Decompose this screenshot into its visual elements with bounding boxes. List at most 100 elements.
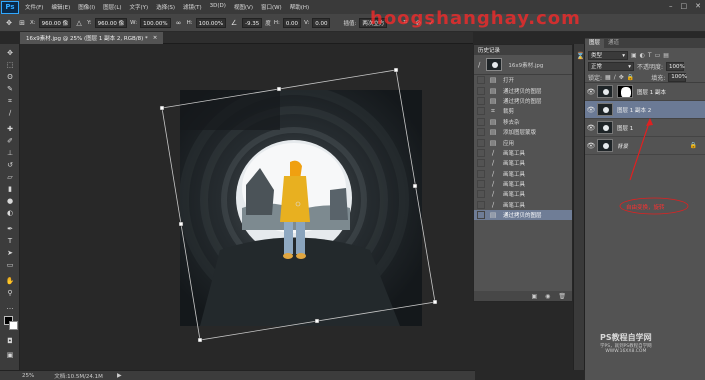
- visibility-eye-icon[interactable]: 👁: [585, 88, 597, 96]
- history-source-box[interactable]: [477, 76, 485, 85]
- history-item[interactable]: ▤ 移去杂: [474, 117, 572, 127]
- tab-layers[interactable]: 图层: [585, 39, 605, 48]
- y-input[interactable]: 960.00 像: [94, 17, 128, 28]
- type-tool-icon[interactable]: T: [5, 236, 15, 246]
- more-tools-icon[interactable]: …: [5, 302, 15, 312]
- delete-state-icon[interactable]: 🗑: [558, 293, 566, 300]
- layer-kind-select[interactable]: 类型 ▾: [588, 51, 628, 60]
- eyedropper-icon[interactable]: ∕: [5, 108, 15, 118]
- gradient-tool-icon[interactable]: ▮: [5, 184, 15, 194]
- history-item[interactable]: ∕ 画笔工具: [474, 158, 572, 168]
- transform-tool-icon[interactable]: ✥: [4, 18, 14, 28]
- shape-tool-icon[interactable]: ▭: [5, 260, 15, 270]
- hand-tool-icon[interactable]: ✋: [5, 276, 15, 286]
- quick-select-icon[interactable]: ✎: [5, 84, 15, 94]
- layer-row[interactable]: 👁 图层 1 副本 2: [585, 101, 705, 119]
- filter-adjust-icon[interactable]: ◐: [640, 52, 645, 59]
- history-source-box[interactable]: [477, 117, 485, 126]
- marquee-tool-icon[interactable]: ⬚: [5, 60, 15, 70]
- lock-move-icon[interactable]: ✥: [619, 74, 624, 81]
- history-item[interactable]: ▤ 通过拷贝的图层: [474, 96, 572, 106]
- minimize-icon[interactable]: –: [669, 2, 673, 10]
- history-source-box[interactable]: [477, 211, 485, 220]
- h-skew-input[interactable]: 0.00: [282, 17, 302, 28]
- visibility-eye-icon[interactable]: 👁: [585, 142, 597, 150]
- move-tool-icon[interactable]: ✥: [5, 48, 15, 58]
- history-source-box[interactable]: [477, 169, 485, 178]
- history-item[interactable]: ▤ 打开: [474, 75, 572, 85]
- menu-item[interactable]: 3D(D): [206, 3, 230, 11]
- background-color[interactable]: [9, 321, 18, 330]
- menu-item[interactable]: 编辑(E): [47, 3, 74, 11]
- menu-item[interactable]: 视图(V): [230, 3, 257, 11]
- filter-smart-icon[interactable]: ▤: [663, 52, 669, 59]
- menu-item[interactable]: 文字(Y): [126, 3, 153, 11]
- menu-item[interactable]: 图层(L): [99, 3, 125, 11]
- transform-bounding-box[interactable]: [20, 44, 473, 370]
- zoom-tool-icon[interactable]: ⚲: [5, 288, 15, 298]
- history-source-box[interactable]: [477, 107, 485, 116]
- history-source-box[interactable]: [477, 148, 485, 157]
- zoom-level[interactable]: 25%: [22, 373, 34, 379]
- lock-all-icon[interactable]: 🔒: [627, 74, 634, 81]
- quick-mask-icon[interactable]: ◘: [5, 336, 15, 346]
- angle-input[interactable]: -9.35: [242, 17, 263, 28]
- history-source-box[interactable]: [477, 200, 485, 209]
- lock-transparent-icon[interactable]: ▦: [605, 74, 611, 81]
- filter-pixel-icon[interactable]: ▣: [631, 52, 637, 59]
- close-icon[interactable]: ✕: [695, 2, 701, 10]
- triangle-icon[interactable]: △: [74, 18, 84, 28]
- history-brush-icon[interactable]: ↺: [5, 160, 15, 170]
- blend-mode-select[interactable]: 正常 ▾: [588, 62, 634, 71]
- width-input[interactable]: 100.00%: [140, 17, 171, 28]
- crop-tool-icon[interactable]: ⌗: [5, 96, 15, 106]
- new-snapshot-icon[interactable]: ◉: [545, 293, 550, 300]
- eraser-tool-icon[interactable]: ▱: [5, 172, 15, 182]
- history-item[interactable]: ∕ 画笔工具: [474, 179, 572, 189]
- history-source-box[interactable]: [477, 190, 485, 199]
- history-source-box[interactable]: [477, 180, 485, 189]
- history-item[interactable]: ▤ 通过拷贝的图层: [474, 210, 572, 221]
- menu-item[interactable]: 文件(F): [21, 3, 47, 11]
- v-skew-input[interactable]: 0.00: [312, 17, 331, 28]
- dodge-tool-icon[interactable]: ◐: [5, 208, 15, 218]
- new-document-from-state-icon[interactable]: ▣: [531, 293, 537, 300]
- clone-stamp-icon[interactable]: ⊥: [5, 148, 15, 158]
- lasso-tool-icon[interactable]: ʘ: [5, 72, 15, 82]
- menu-item[interactable]: 选择(S): [152, 3, 179, 11]
- history-item[interactable]: ▤ 通过拷贝的图层: [474, 85, 572, 95]
- history-source-box[interactable]: [477, 138, 485, 147]
- history-item[interactable]: ∕ 画笔工具: [474, 169, 572, 179]
- brush-tool-icon[interactable]: ✐: [5, 136, 15, 146]
- lock-paint-icon[interactable]: ∕: [614, 74, 616, 81]
- history-snapshot[interactable]: ∕ 16x9素材.jpg: [474, 55, 572, 75]
- menu-item[interactable]: 滤镜(T): [179, 3, 206, 11]
- history-item[interactable]: ⌗ 裁剪: [474, 106, 572, 116]
- x-input[interactable]: 960.00 像: [38, 17, 72, 28]
- history-source-box[interactable]: [477, 96, 485, 105]
- history-source-box[interactable]: [477, 128, 485, 137]
- history-item[interactable]: ▤ 应用: [474, 137, 572, 147]
- tab-close-icon[interactable]: ×: [153, 35, 158, 41]
- menu-item[interactable]: 帮助(H): [286, 3, 313, 11]
- screen-mode-icon[interactable]: ▣: [5, 350, 15, 360]
- filter-shape-icon[interactable]: ▭: [655, 52, 661, 59]
- link-icon[interactable]: ∞: [174, 18, 184, 28]
- history-item[interactable]: ∕ 画笔工具: [474, 148, 572, 158]
- menu-item[interactable]: 窗口(W): [257, 3, 286, 11]
- pen-tool-icon[interactable]: ✒: [5, 224, 15, 234]
- healing-brush-icon[interactable]: ✚: [5, 124, 15, 134]
- layer-row[interactable]: 👁 图层 1 副本: [585, 83, 705, 101]
- history-source-box[interactable]: [477, 159, 485, 168]
- history-brush-source-icon[interactable]: ∕: [478, 61, 480, 69]
- layer-mask-thumbnail[interactable]: [617, 85, 633, 98]
- visibility-eye-icon[interactable]: 👁: [585, 106, 597, 114]
- color-swatches[interactable]: [4, 316, 18, 330]
- reference-point-icon[interactable]: ⊞: [17, 18, 27, 28]
- history-source-box[interactable]: [477, 86, 485, 95]
- menu-item[interactable]: 图像(I): [74, 3, 99, 11]
- maximize-icon[interactable]: □: [681, 2, 688, 10]
- history-item[interactable]: ∕ 画笔工具: [474, 189, 572, 199]
- history-panel-icon[interactable]: ⌛: [576, 52, 585, 60]
- height-input[interactable]: 100.00%: [195, 17, 227, 28]
